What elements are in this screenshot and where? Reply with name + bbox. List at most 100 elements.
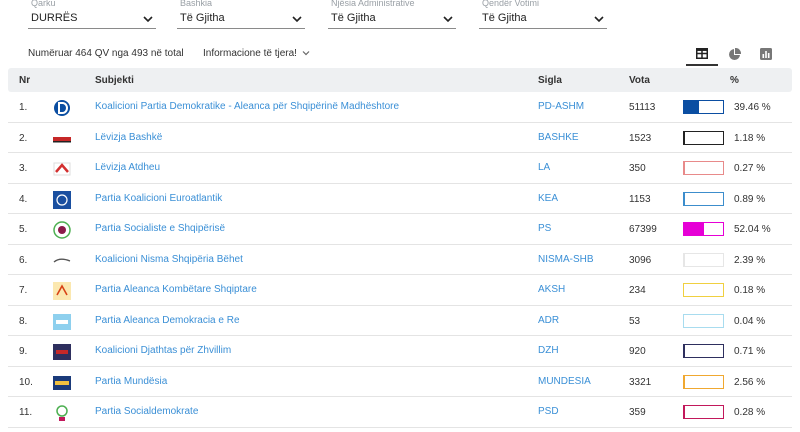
- vote-percent: 52.04 %: [734, 224, 771, 235]
- party-sigla-link[interactable]: KEA: [538, 193, 558, 204]
- vote-count: 51113: [629, 102, 656, 113]
- party-sigla-link[interactable]: NISMA-SHB: [538, 254, 594, 265]
- filter-qarku-label: Qarku: [31, 0, 56, 8]
- vote-percent: 2.39 %: [734, 254, 766, 266]
- party-sigla-link[interactable]: LA: [538, 162, 550, 173]
- row-number: 8.: [19, 315, 28, 327]
- share-bar: [683, 313, 724, 328]
- share-bar: [683, 222, 724, 236]
- header-pct: %: [730, 75, 739, 86]
- row-number: 3.: [19, 163, 28, 174]
- header-subject: Subjekti: [95, 75, 134, 86]
- filter-njesia-select[interactable]: Të Gjitha: [328, 9, 456, 29]
- vote-count: 3321: [629, 376, 652, 388]
- row-number: 2.: [19, 132, 28, 144]
- pd-logo-icon: [52, 99, 72, 116]
- share-bar: [683, 344, 724, 358]
- party-name-link[interactable]: Partia Koalicioni Euroatlantik: [95, 193, 222, 204]
- filter-njesia-label: Njësia Administrative: [331, 0, 415, 8]
- psd-logo-icon: [52, 404, 72, 421]
- table-row: 9. Koalicioni Djathtas për Zhvillim DZH …: [8, 336, 792, 367]
- vote-percent: 0.89 %: [734, 193, 766, 205]
- party-name-link[interactable]: Partia Aleanca Demokracia e Re: [95, 315, 240, 326]
- filter-qarku-select[interactable]: DURRËS: [28, 9, 156, 29]
- party-sigla-link[interactable]: AKSH: [538, 284, 565, 295]
- filter-njesia-value: Të Gjitha: [331, 12, 376, 24]
- party-sigla-link[interactable]: PSD: [538, 406, 559, 417]
- party-name-link[interactable]: Lëvizja Bashkë: [95, 132, 162, 143]
- party-name-link[interactable]: Koalicioni Nisma Shqipëria Bëhet: [95, 254, 243, 265]
- party-sigla-link[interactable]: PS: [538, 223, 551, 234]
- party-sigla-link[interactable]: DZH: [538, 345, 559, 356]
- results-table: Nr Subjekti Sigla Vota % 1. Koalicioni P…: [8, 68, 792, 432]
- vote-count: 1523: [629, 132, 652, 144]
- filter-bashkia-label: Bashkia: [180, 0, 213, 8]
- count-summary: Numëruar 464 QV nga 493 në total: [28, 48, 184, 59]
- row-number: 6.: [19, 254, 28, 266]
- header-sigla: Sigla: [538, 75, 562, 86]
- vote-count: 920: [629, 346, 646, 357]
- table-row: 11. Partia Socialdemokrate PSD 359 0.28 …: [8, 397, 792, 428]
- share-bar: [683, 100, 724, 114]
- share-bar: [683, 191, 724, 206]
- vote-count: 53: [629, 315, 641, 327]
- pie-view-button[interactable]: [718, 42, 750, 66]
- party-name-link[interactable]: Koalicioni Partia Demokratike - Aleanca …: [95, 101, 399, 112]
- filter-qender-select[interactable]: Të Gjitha: [479, 9, 607, 29]
- vote-percent: 0.18 %: [734, 285, 766, 296]
- party-name-link[interactable]: Lëvizja Atdheu: [95, 162, 160, 173]
- vote-percent: 0.27 %: [734, 163, 766, 174]
- table-row: 7. Partia Aleanca Kombëtare Shqiptare AK…: [8, 275, 792, 306]
- share-bar: [683, 374, 724, 389]
- bar-view-button[interactable]: [750, 42, 782, 66]
- vote-count: 350: [629, 163, 646, 174]
- filter-bar: Qarku DURRËS Bashkia Të Gjitha Njësia Ad…: [0, 0, 800, 34]
- party-name-link[interactable]: Koalicioni Djathtas për Zhvillim: [95, 345, 231, 356]
- table-row: 1. Koalicioni Partia Demokratike - Alean…: [8, 92, 792, 123]
- table-view-button[interactable]: [686, 42, 718, 66]
- mundesia-logo-icon: [52, 374, 72, 391]
- party-sigla-link[interactable]: ADR: [538, 315, 559, 326]
- share-bar-fill: [684, 101, 700, 113]
- vote-percent: 2.56 %: [734, 376, 766, 388]
- share-bar-fill: [684, 253, 685, 266]
- party-name-link[interactable]: Partia Socialiste e Shqipërisë: [95, 223, 225, 234]
- atdheu-logo-icon: [52, 160, 72, 177]
- party-name-link[interactable]: Partia Mundësia: [95, 376, 167, 387]
- party-name-link[interactable]: Partia Socialdemokrate: [95, 406, 198, 417]
- vote-count: 1153: [629, 193, 651, 205]
- vote-count: 67399: [629, 224, 657, 235]
- vote-percent: 0.71 %: [734, 346, 766, 357]
- header-nr: Nr: [19, 75, 31, 86]
- chevron-down-icon: [292, 16, 302, 23]
- table-icon: [696, 47, 708, 59]
- table-row: 8. Partia Aleanca Demokracia e Re ADR 53…: [8, 306, 792, 336]
- adr-logo-icon: [52, 313, 72, 330]
- share-bar: [683, 161, 724, 175]
- row-number: 7.: [19, 285, 28, 296]
- row-number: 5.: [19, 224, 28, 235]
- share-bar: [683, 405, 724, 419]
- kea-logo-icon: [52, 190, 72, 209]
- filter-bashkia-select[interactable]: Të Gjitha: [177, 9, 305, 29]
- table-row: 3. Lëvizja Atdheu LA 350 0.27 %: [8, 153, 792, 184]
- share-bar: [683, 130, 724, 145]
- party-sigla-link[interactable]: PD-ASHM: [538, 101, 584, 112]
- nisma-logo-icon: [52, 252, 72, 269]
- table-row: 2. Lëvizja Bashkë BASHKE 1523 1.18 %: [8, 123, 792, 153]
- vote-percent: 1.18 %: [734, 132, 766, 144]
- row-number: 9.: [19, 346, 28, 357]
- dzh-logo-icon: [52, 343, 72, 360]
- party-sigla-link[interactable]: BASHKE: [538, 132, 579, 143]
- share-bar-fill: [684, 375, 685, 388]
- table-row: 10. Partia Mundësia MUNDESIA 3321 2.56 %: [8, 367, 792, 397]
- party-sigla-link[interactable]: MUNDESIA: [538, 376, 591, 387]
- vote-count: 359: [629, 407, 646, 418]
- row-number: 1.: [19, 102, 28, 113]
- more-info-toggle[interactable]: Informacione të tjera!: [203, 48, 310, 59]
- chevron-down-icon: [302, 51, 310, 56]
- filter-bashkia-value: Të Gjitha: [180, 12, 225, 24]
- party-name-link[interactable]: Partia Aleanca Kombëtare Shqiptare: [95, 284, 257, 295]
- more-info-label: Informacione të tjera!: [203, 48, 297, 59]
- filter-qender-value: Të Gjitha: [482, 12, 527, 24]
